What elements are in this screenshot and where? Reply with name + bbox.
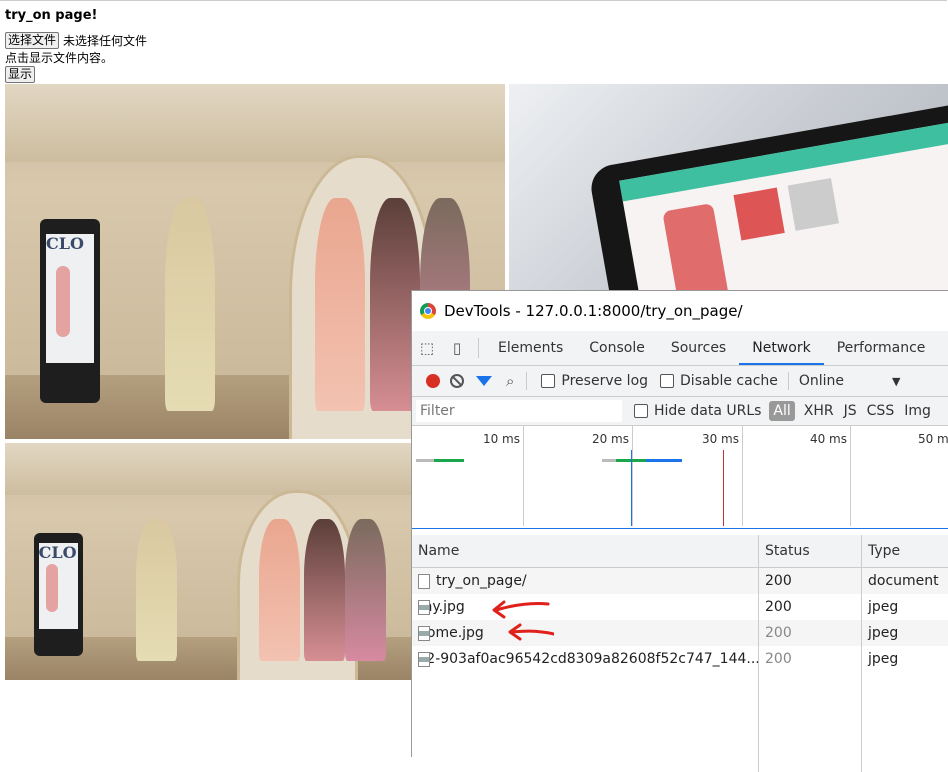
load-event-line [723, 450, 724, 526]
kiosk-logo-text: CLO [46, 233, 84, 253]
request-name: try_on_page/ [436, 573, 527, 589]
tablet-image [509, 84, 948, 299]
filter-type-js[interactable]: JS [839, 403, 862, 419]
file-chooser: 选择文件 未选择任何文件 [5, 32, 147, 49]
hide-data-urls-label: Hide data URLs [654, 403, 762, 419]
request-status: 200 [759, 646, 862, 672]
throttle-select[interactable]: Online [799, 373, 844, 389]
image-file-icon [418, 651, 430, 667]
network-overview[interactable]: 10 ms 20 ms 30 ms 40 ms 50 ms [412, 426, 948, 529]
hint-text: 点击显示文件内容。 [5, 51, 114, 65]
devtools-window: DevTools - 127.0.0.1:8000/try_on_page/ ⬚… [411, 290, 948, 772]
request-name: v2-903af0ac96542cd8309a82608f52c747_144.… [418, 651, 759, 667]
no-file-label: 未选择任何文件 [63, 34, 148, 48]
filter-bar: Hide data URLs All XHR JS CSS Img [412, 397, 948, 426]
request-bar [416, 459, 434, 462]
request-type: jpeg [862, 620, 948, 646]
request-type: document [862, 568, 948, 594]
table-row[interactable]: v2-903af0ac96542cd8309a82608f52c747_144.… [412, 646, 948, 672]
image-file-icon [418, 599, 430, 615]
column-status[interactable]: Status [759, 535, 862, 567]
document-icon [418, 573, 430, 589]
request-status: 200 [759, 568, 862, 594]
chevron-down-icon[interactable]: ▼ [892, 375, 900, 388]
timeline-tick: 40 ms [810, 426, 851, 526]
chrome-icon [420, 303, 436, 319]
timeline-tick: 10 ms [483, 426, 524, 526]
timeline-tick: 20 ms [592, 426, 633, 526]
record-icon[interactable] [426, 374, 440, 388]
device-toolbar-icon[interactable]: ▯ [442, 339, 472, 357]
filter-icon[interactable] [476, 376, 492, 386]
request-bar [602, 459, 616, 462]
filter-input[interactable] [416, 400, 622, 422]
show-button[interactable]: 显示 [5, 66, 36, 83]
column-type[interactable]: Type [862, 535, 948, 567]
clear-icon[interactable] [450, 374, 464, 388]
request-status: 200 [759, 620, 862, 646]
page-title: try_on page! [5, 8, 98, 23]
disable-cache-label: Disable cache [680, 373, 778, 389]
kiosk-logo-text: CLO [38, 542, 77, 562]
filter-type-img[interactable]: Img [899, 403, 936, 419]
table-header: Name Status Type [412, 535, 948, 568]
request-type: jpeg [862, 646, 948, 672]
filter-type-css[interactable]: CSS [862, 403, 900, 419]
filter-type-xhr[interactable]: XHR [799, 403, 839, 419]
tab-performance[interactable]: Performance [824, 331, 939, 365]
choose-file-button[interactable]: 选择文件 [5, 32, 60, 49]
column-name[interactable]: Name [412, 535, 759, 567]
request-status: 200 [759, 594, 862, 620]
disable-cache-checkbox[interactable] [660, 374, 675, 388]
timeline-tick: 30 ms [702, 426, 743, 526]
devtools-tabbar: ⬚ ▯ Elements Console Sources Network Per… [412, 331, 948, 366]
search-icon[interactable]: ⌕ [506, 372, 514, 390]
dom-content-loaded-line [631, 450, 632, 526]
annotation-arrows [492, 600, 554, 641]
network-toolbar: ⌕ Preserve log Disable cache Online ▼ [412, 366, 948, 397]
tab-sources[interactable]: Sources [658, 331, 739, 365]
tab-elements[interactable]: Elements [485, 331, 576, 365]
request-type: jpeg [862, 594, 948, 620]
requests-table: Name Status Type try_on_page/ 200 docume… [412, 535, 948, 772]
request-bar [434, 459, 464, 462]
table-row[interactable]: try_on_page/ 200 document [412, 568, 948, 594]
filter-type-all[interactable]: All [769, 401, 795, 421]
hide-data-urls-checkbox[interactable] [634, 404, 648, 418]
tab-console[interactable]: Console [576, 331, 658, 365]
devtools-title: DevTools - 127.0.0.1:8000/try_on_page/ [444, 302, 743, 320]
preserve-log-checkbox[interactable] [541, 374, 556, 388]
tab-network[interactable]: Network [739, 331, 824, 365]
image-file-icon [418, 625, 430, 641]
preserve-log-label: Preserve log [561, 373, 649, 389]
table-empty-area [412, 672, 948, 772]
request-bar [646, 459, 682, 462]
inspect-element-icon[interactable]: ⬚ [412, 339, 442, 357]
store-image-2: CLO [5, 443, 415, 680]
devtools-titlebar: DevTools - 127.0.0.1:8000/try_on_page/ [412, 291, 948, 331]
